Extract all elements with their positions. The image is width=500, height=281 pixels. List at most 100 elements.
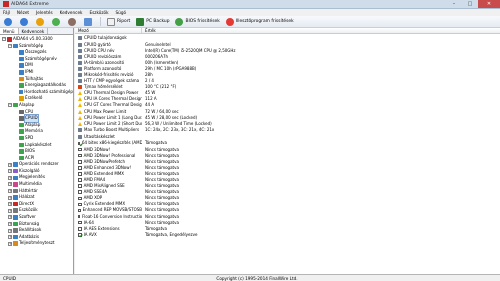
back-button[interactable] [4,17,14,27]
bios-updates-button[interactable]: BIOS frissítések [175,17,220,27]
tree-item[interactable]: Lapkakészlet [1,142,73,149]
tree-item[interactable]: + Megjelenítés [1,174,73,181]
tree-item[interactable]: + Eszközök [1,207,73,214]
checked-box-icon [78,233,82,237]
menu-tools[interactable]: Eszközök [89,10,108,15]
tree-item[interactable]: − Alaplap [1,102,73,109]
minimize-button[interactable]: – [446,0,462,8]
navigation-tree: − AIDA64 v5.00.3300− Számítógép Összegzés Sz… [0,35,73,247]
menu-report[interactable]: Jelentés [36,10,53,15]
unchecked-box-icon [78,208,81,213]
tree-item[interactable]: Számítógépnév [1,56,73,63]
user-button[interactable] [68,17,78,27]
expand-icon[interactable]: + [8,241,12,246]
expand-icon[interactable]: + [8,175,12,180]
collapse-icon[interactable]: − [8,103,12,108]
chip-icon [78,54,82,59]
graph-button[interactable] [84,17,94,27]
expand-icon[interactable]: + [8,228,12,233]
expand-icon[interactable]: + [8,182,12,187]
tree-node-icon [13,221,18,227]
tree-item[interactable]: IPMI [1,69,73,76]
menu-view[interactable]: Nézet [17,10,29,15]
tab-menu[interactable]: Menü [0,28,19,34]
menu-help[interactable]: Súgó [116,10,127,15]
value-cell: Támogatva, Engedélyezve [145,231,198,237]
list-item[interactable]: Max Turbo Boost Multipliers 1C: 24x, 2C: … [75,127,500,133]
tree-item-label: Teljesítményteszt [19,240,55,246]
expand-icon[interactable]: + [8,235,12,240]
menu-favorites[interactable]: Kedvencek [60,10,83,15]
navigation-tabs: Menü Kedvencek [0,28,73,35]
tree-item[interactable]: Összegzés [1,49,73,56]
tree-item[interactable]: ACPI [1,155,73,162]
forward-button[interactable] [20,17,30,27]
collapse-icon[interactable]: − [2,37,6,42]
tree-item[interactable]: Alaplap [1,122,73,129]
chip-icon [78,79,82,84]
tree-node-icon [19,56,24,62]
report-button[interactable]: Riport [107,17,130,27]
unchecked-box-icon [78,202,82,207]
warning-icon [78,97,82,102]
tree-item-label: Eszközök [19,207,38,213]
tree-item[interactable]: CPU [1,109,73,116]
driver-updates-button[interactable]: Illesztőprogram frissítések [225,17,294,27]
driver-updates-label: Illesztőprogram frissítések [235,19,294,24]
expand-icon[interactable]: + [8,202,12,207]
bios-chip-icon [175,17,184,26]
tree-item[interactable]: Memória [1,128,73,135]
expand-icon[interactable]: + [8,162,12,167]
unchecked-box-icon [78,190,82,194]
tree-item[interactable]: + Kiszolgáló [1,168,73,175]
collapse-icon[interactable]: − [8,43,12,48]
tree-node-icon [19,109,24,115]
expand-icon[interactable]: + [8,215,12,220]
column-value-header[interactable]: Érték [142,28,500,33]
refresh-button[interactable] [52,17,62,27]
tree-item[interactable]: SPD [1,135,73,142]
tree-item-label: Operációs rendszer [19,161,59,167]
tree-item[interactable]: Energiagazdálkodás [1,82,73,89]
expand-icon[interactable]: + [8,188,12,193]
tree-item[interactable]: Érzékelő [1,95,73,102]
tree-item[interactable]: + Teljesítményteszt [1,240,73,247]
pc-backup-button[interactable]: PC Backup [136,17,169,27]
tree-item[interactable]: Hordozható számítógép [1,89,73,96]
tree-item[interactable]: + Szoftver [1,214,73,221]
tree-item[interactable]: BIOS [1,148,73,155]
tree-item[interactable]: + Biztonság [1,221,73,228]
tree-item[interactable]: Túlhajtás [1,76,73,83]
tree-item[interactable]: + Multimédia [1,181,73,188]
tree-node-icon [13,228,18,233]
tree-item[interactable]: CPUID [1,114,73,123]
tree-item[interactable]: + Adatbázis [1,234,73,241]
expand-icon[interactable]: + [8,169,12,174]
expand-icon[interactable]: + [8,221,12,226]
tree-item[interactable]: + Operációs rendszer [1,161,73,168]
menu-file[interactable]: Fájl [3,10,10,15]
tree-item[interactable]: + Hálózat [1,194,73,201]
menu-bar: Fájl Nézet Jelentés Kedvencek Eszközök S… [0,9,500,16]
tree-item[interactable]: + Háttértár [1,188,73,195]
column-field-header[interactable]: Mező [75,28,142,33]
tree-item[interactable]: + Beállítások [1,227,73,234]
tree-node-icon [13,234,18,240]
close-button[interactable]: ✕ [478,0,500,8]
tab-favorites[interactable]: Kedvencek [19,28,49,34]
up-button[interactable] [36,17,46,27]
tree-item[interactable]: − AIDA64 v5.00.3300 [1,36,73,43]
tree-item[interactable]: − Számítógép [1,43,73,50]
tree-item[interactable]: DMI [1,62,73,69]
list-item[interactable]: IA AVX Támogatva, Engedélyezve [75,232,500,238]
tree-item-label: AIDA64 v5.00.3300 [13,36,53,41]
tree-item-label: Számítógépnév [25,55,57,61]
expand-icon[interactable]: + [8,195,12,200]
field-cell: IA AVX [75,232,142,238]
maximize-button[interactable]: □ [462,0,478,8]
expand-icon[interactable]: + [8,208,12,213]
tree-item[interactable]: + DirectX [1,201,73,208]
tree-item-label: IPMI [25,68,34,74]
